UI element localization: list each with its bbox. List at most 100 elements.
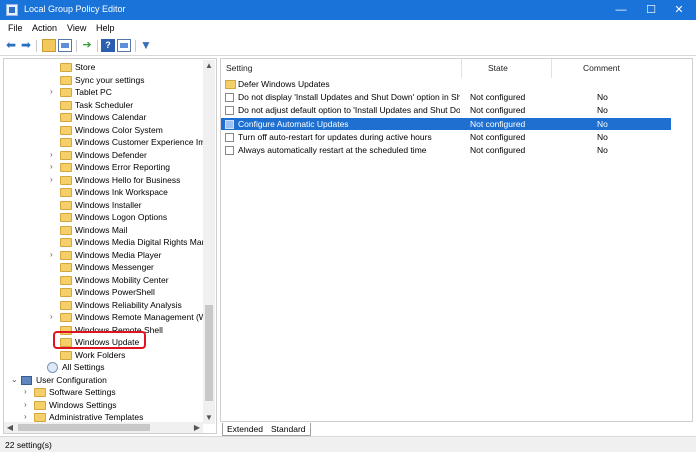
chevron-right-icon[interactable]: › — [50, 174, 58, 186]
chevron-right-icon[interactable]: › — [50, 149, 58, 161]
folder-icon — [34, 388, 46, 397]
minimize-button[interactable]: — — [604, 0, 638, 20]
folder-icon — [60, 250, 72, 260]
menu-action[interactable]: Action — [32, 23, 57, 33]
tree-pane[interactable]: Store Sync your settings › Tablet PC Task Sc… — [3, 58, 217, 434]
scroll-down-icon[interactable]: ▼ — [203, 412, 215, 424]
tree-item-label: Windows Reliability Analysis — [75, 299, 182, 310]
scroll-left-icon[interactable]: ◀ — [4, 422, 16, 433]
scroll-thumb[interactable] — [205, 305, 213, 401]
column-header-state[interactable]: State — [488, 59, 508, 78]
column-header-comment[interactable]: Comment — [583, 59, 620, 78]
chevron-right-icon[interactable]: › — [50, 249, 58, 261]
menu-help[interactable]: Help — [96, 23, 115, 33]
scroll-thumb[interactable] — [18, 424, 150, 431]
chevron-right-icon[interactable]: › — [50, 161, 58, 173]
tree-item[interactable]: ⌄ User Configuration — [4, 374, 204, 387]
folder-icon — [60, 175, 72, 185]
tree-item[interactable]: Windows Ink Workspace — [4, 186, 204, 199]
filter-icon[interactable]: ▼ — [139, 39, 153, 52]
tree-item[interactable]: Windows Reliability Analysis — [4, 299, 204, 312]
title-bar: Local Group Policy Editor — ☐ ✕ — [0, 0, 696, 20]
table-row[interactable]: Turn off auto-restart for updates during… — [221, 131, 671, 144]
tree-vertical-scrollbar[interactable]: ▲ ▼ — [203, 60, 215, 424]
policy-icon — [225, 146, 234, 155]
toolbar-separator — [97, 40, 98, 52]
tree-item[interactable]: Work Folders — [4, 349, 204, 362]
column-divider[interactable] — [461, 59, 462, 78]
cell-setting: Do not display 'Install Updates and Shut… — [238, 92, 460, 103]
export-list-icon[interactable]: ➔ — [80, 39, 94, 52]
tree-item[interactable]: Windows Color System — [4, 124, 204, 137]
tree-item[interactable]: › Windows Media Player — [4, 249, 204, 262]
tree-item[interactable]: Windows Calendar — [4, 111, 204, 124]
tree-item[interactable]: Windows Media Digital Rights Mana — [4, 236, 204, 249]
tree-item[interactable]: Windows Customer Experience Imp — [4, 136, 204, 149]
tree-item[interactable]: All Settings — [4, 361, 204, 374]
properties-icon[interactable] — [117, 39, 131, 52]
up-folder-icon[interactable] — [42, 39, 56, 52]
column-header-setting[interactable]: Setting — [226, 59, 252, 78]
tree-item[interactable]: Store — [4, 61, 204, 74]
tree-item-label: Windows Hello for Business — [75, 174, 181, 185]
tree-item[interactable]: Windows PowerShell — [4, 286, 204, 299]
scroll-up-icon[interactable]: ▲ — [203, 60, 215, 72]
chevron-right-icon[interactable]: › — [50, 311, 58, 323]
cell-comment: No — [597, 105, 608, 116]
tree-item-label: Windows PowerShell — [75, 287, 155, 297]
folder-icon — [225, 80, 236, 89]
chevron-right-icon[interactable]: › — [24, 386, 32, 398]
tree-item[interactable]: › Tablet PC — [4, 86, 204, 99]
tab-extended[interactable]: Extended — [222, 423, 268, 436]
folder-icon — [60, 63, 72, 72]
tree-item[interactable]: Windows Installer — [4, 199, 204, 212]
scroll-right-icon[interactable]: ▶ — [191, 422, 203, 433]
tree-item[interactable]: › Windows Defender — [4, 149, 204, 162]
close-button[interactable]: ✕ — [662, 0, 696, 20]
cell-comment: No — [597, 145, 608, 155]
toolbar-separator — [135, 40, 136, 52]
folder-icon — [60, 100, 72, 110]
tree-item[interactable]: › Software Settings — [4, 386, 204, 399]
table-row[interactable]: Defer Windows Updates — [221, 78, 671, 91]
chevron-right-icon[interactable]: › — [50, 86, 58, 98]
tree-item[interactable]: Windows Mail — [4, 224, 204, 237]
window-title: Local Group Policy Editor — [24, 4, 126, 14]
cell-state: Not configured — [470, 145, 526, 155]
tree-item-label: All Settings — [62, 362, 105, 372]
tree-item[interactable]: Task Scheduler — [4, 99, 204, 112]
status-bar: 22 setting(s) — [0, 436, 696, 452]
help-icon[interactable]: ? — [101, 39, 115, 52]
folder-icon — [60, 88, 72, 97]
folder-icon — [60, 313, 72, 322]
tree-horizontal-scrollbar[interactable]: ◀ ▶ — [4, 422, 203, 433]
settings-list-pane[interactable]: Setting State Comment Defer Windows Upda… — [220, 58, 693, 422]
column-divider[interactable] — [551, 59, 552, 78]
tree-item[interactable]: Windows Messenger — [4, 261, 204, 274]
tree-item[interactable]: Windows Mobility Center — [4, 274, 204, 287]
tree-item[interactable]: › Windows Error Reporting — [4, 161, 204, 174]
menu-view[interactable]: View — [67, 23, 86, 33]
tree-item[interactable]: › Windows Settings — [4, 399, 204, 412]
chevron-down-icon[interactable]: ⌄ — [11, 374, 19, 386]
tree-item-label: Sync your settings — [75, 74, 145, 85]
tree-item[interactable]: Sync your settings — [4, 74, 204, 87]
back-arrow-icon[interactable]: ⬅ — [4, 39, 18, 52]
menu-file[interactable]: File — [8, 23, 23, 33]
show-hide-tree-icon[interactable] — [58, 39, 72, 52]
tab-standard[interactable]: Standard — [267, 423, 311, 436]
policy-icon — [225, 119, 234, 129]
table-row[interactable]: Configure Automatic Updates Not configure… — [221, 117, 671, 131]
tree-item-label: Windows Messenger — [75, 262, 154, 272]
forward-arrow-icon[interactable]: ➡ — [19, 39, 33, 52]
table-row[interactable]: Do not display 'Install Updates and Shut… — [221, 91, 671, 104]
table-row[interactable]: Do not adjust default option to 'Install… — [221, 104, 671, 117]
tree-item[interactable]: › Windows Remote Management (Wi — [4, 311, 204, 324]
cell-state: Not configured — [470, 131, 526, 142]
toolbar: ⬅ ➡ ➔ ? ▼ — [0, 36, 696, 56]
tree-item[interactable]: Windows Logon Options — [4, 211, 204, 224]
table-row[interactable]: Always automatically restart at the sche… — [221, 144, 671, 157]
tree-item-label: Windows Color System — [75, 124, 163, 135]
chevron-right-icon[interactable]: › — [24, 399, 32, 411]
tree-item[interactable]: › Windows Hello for Business — [4, 174, 204, 187]
